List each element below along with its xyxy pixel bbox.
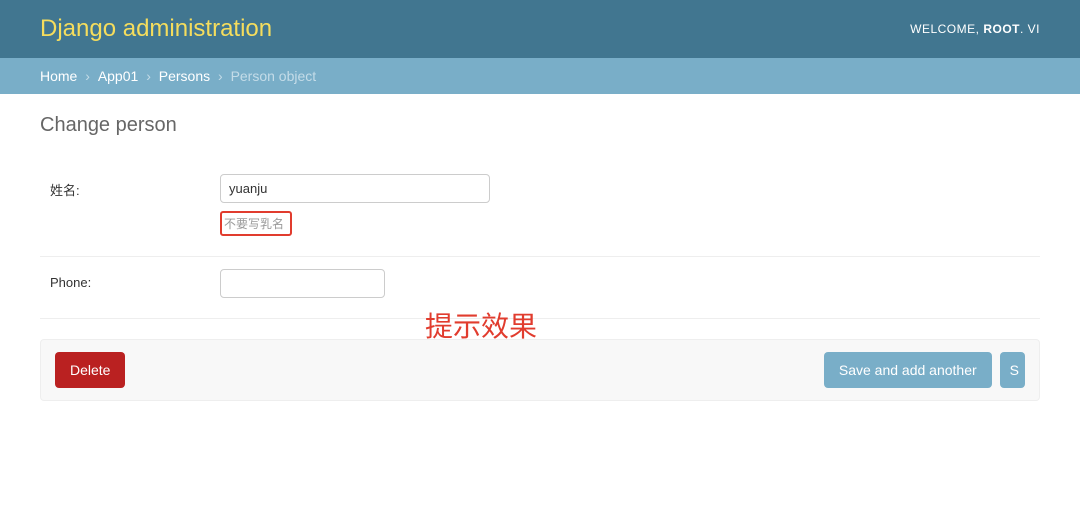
user-after: . VI — [1020, 22, 1040, 36]
welcome-text: WELCOME, — [910, 22, 983, 36]
form-row-name: 姓名: 不要写乳名 — [40, 162, 1040, 257]
breadcrumb-current: Person object — [231, 68, 317, 84]
breadcrumb: Home › App01 › Persons › Person object — [0, 58, 1080, 94]
phone-label: Phone: — [50, 269, 220, 290]
breadcrumb-sep: › — [85, 68, 90, 84]
delete-button[interactable]: Delete — [55, 352, 125, 388]
submit-row: Delete Save and add another S — [40, 339, 1040, 401]
breadcrumb-model[interactable]: Persons — [159, 68, 210, 84]
page-title: Change person — [40, 114, 1040, 137]
save-and-add-another-button[interactable]: Save and add another — [824, 352, 992, 388]
save-continue-button-partial[interactable]: S — [1000, 352, 1025, 388]
phone-input[interactable] — [220, 269, 385, 298]
breadcrumb-app[interactable]: App01 — [98, 68, 138, 84]
user-tools: WELCOME, ROOT. VI — [910, 22, 1040, 36]
breadcrumb-sep: › — [146, 68, 151, 84]
name-label: 姓名: — [50, 174, 220, 199]
name-input[interactable] — [220, 174, 490, 203]
breadcrumb-home[interactable]: Home — [40, 68, 77, 84]
name-help-text: 不要写乳名 — [220, 211, 292, 236]
header: Django administration WELCOME, ROOT. VI — [0, 0, 1080, 58]
form-row-phone: Phone: — [40, 257, 1040, 319]
breadcrumb-sep: › — [218, 68, 223, 84]
branding-title: Django administration — [40, 15, 272, 43]
username: ROOT — [983, 22, 1020, 36]
